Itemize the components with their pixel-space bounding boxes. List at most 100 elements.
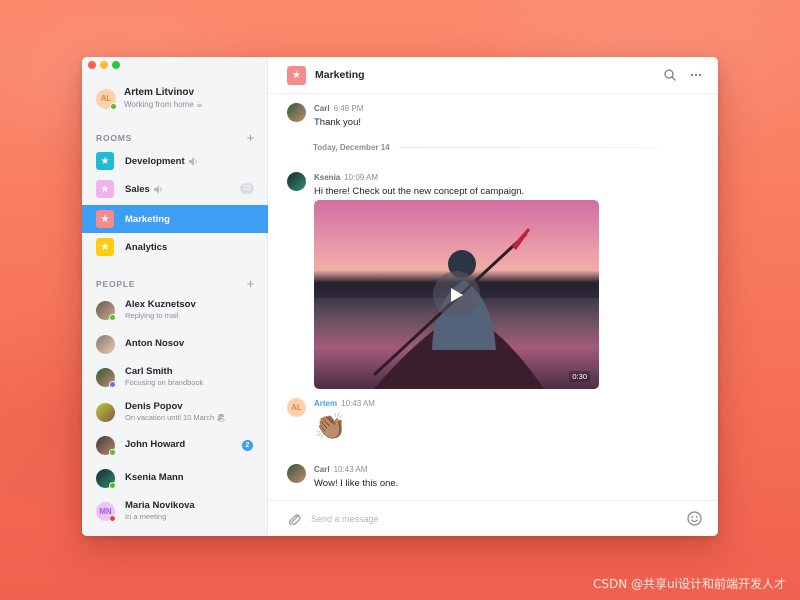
mute-icon — [153, 184, 162, 194]
avatar — [287, 464, 306, 483]
message-author: Artem — [314, 399, 338, 408]
message: Ksenia 10:09 AM Hi there! Check out the n… — [287, 172, 524, 198]
message-time: 10:43 AM — [333, 465, 368, 474]
add-room-button[interactable]: + — [247, 131, 255, 144]
presence-dot — [109, 448, 116, 456]
person-name: Maria Novikova — [125, 500, 195, 511]
person-item-maria-novikova[interactable]: MN Maria Novikova In a meeting — [96, 498, 255, 524]
user-status: Working from home ☕ — [124, 100, 204, 109]
star-icon: ★ — [96, 180, 114, 198]
star-icon: ★ — [96, 238, 114, 256]
paperclip-icon[interactable] — [287, 511, 301, 527]
avatar — [96, 367, 116, 388]
avatar: AL — [96, 88, 117, 110]
room-item-development[interactable]: ★ Development — [82, 147, 268, 175]
date-separator: Today, December 14 — [313, 143, 662, 152]
message-input[interactable] — [311, 510, 661, 528]
avatar-initials: AL — [100, 94, 112, 103]
avatar — [287, 172, 306, 191]
message-composer — [268, 500, 718, 536]
close-window-button[interactable] — [88, 61, 96, 69]
message-author: Carl — [314, 104, 330, 113]
person-item-alex-kuznetsov[interactable]: Alex Kuznetsov Replying to mail — [96, 297, 255, 323]
message-emoji: 👏🏽 — [314, 411, 347, 441]
presence-dot — [109, 380, 116, 388]
room-label: Sales — [125, 183, 150, 195]
smiley-icon[interactable] — [687, 511, 702, 526]
room-label: Marketing — [125, 213, 170, 225]
star-icon: ★ — [96, 152, 114, 170]
star-icon: ★ — [287, 65, 306, 85]
presence-dot — [110, 102, 117, 110]
play-button[interactable] — [433, 271, 480, 318]
current-user[interactable]: AL Artem Litvinov Working from home ☕ — [96, 87, 203, 110]
chat-panel: ★ Marketing Carl 6:49 PM Thank you! Toda… — [268, 57, 718, 536]
maximize-window-button[interactable] — [112, 61, 120, 69]
avatar — [96, 435, 116, 456]
avatar — [96, 402, 115, 422]
person-item-john-howard[interactable]: John Howard 2 — [96, 432, 255, 458]
room-item-sales[interactable]: ★ Sales 22 — [82, 175, 268, 203]
message: Carl 6:49 PM Thank you! — [287, 103, 363, 129]
room-item-marketing[interactable]: ★ Marketing — [82, 205, 268, 233]
message-text: Wow! I like this one. — [314, 478, 399, 489]
message-time: 10:43 AM — [341, 399, 375, 408]
unread-badge: 2 — [242, 440, 253, 451]
room-label: Development — [125, 155, 185, 167]
person-name: Ksenia Mann — [125, 472, 184, 483]
app-window: AL Artem Litvinov Working from home ☕ RO… — [82, 57, 718, 536]
presence-dot — [109, 313, 116, 321]
avatar: MN — [96, 501, 116, 522]
message-text: Thank you! — [314, 117, 361, 128]
people-heading: PEOPLE — [96, 279, 136, 289]
more-icon[interactable] — [690, 69, 702, 81]
date-separator-label: Today, December 14 — [313, 143, 390, 152]
rooms-heading: ROOMS — [96, 133, 133, 143]
person-item-denis-popov[interactable]: Denis Popov On vacation until 10 March 🏖 — [96, 399, 255, 425]
room-count-badge: 22 — [240, 183, 254, 194]
avatar-initials: AL — [291, 403, 302, 412]
play-icon — [450, 287, 463, 302]
mute-icon — [188, 156, 197, 166]
message-time: 10:09 AM — [344, 173, 379, 182]
person-name: John Howard — [125, 439, 186, 450]
user-name: Artem Litvinov — [124, 87, 195, 98]
room-label: Analytics — [125, 241, 168, 253]
chat-header: ★ Marketing — [268, 57, 718, 94]
person-item-ksenia-mann[interactable]: Ksenia Mann — [96, 465, 255, 491]
video-attachment[interactable]: 0:30 — [314, 200, 599, 389]
sidebar: AL Artem Litvinov Working from home ☕ RO… — [82, 57, 268, 536]
person-item-carl-smith[interactable]: Carl Smith Focusing on brandbook — [96, 364, 255, 390]
avatar — [96, 334, 115, 354]
watermark-text: CSDN @共享ui设计和前端开发人才 — [593, 577, 786, 591]
search-icon[interactable] — [664, 69, 676, 81]
message: Carl 10:43 AM Wow! I like this one. — [287, 464, 398, 490]
message-text: Hi there! Check out the new concept of c… — [314, 186, 525, 197]
message-author: Carl — [314, 465, 330, 474]
avatar-initials: MN — [99, 506, 112, 516]
person-name: Alex Kuznetsov — [125, 299, 196, 310]
person-status: Focusing on brandbook — [125, 378, 204, 387]
channel-title: Marketing — [315, 69, 365, 81]
avatar — [96, 468, 116, 489]
message: AL Artem 10:43 AM 👏🏽 — [287, 398, 375, 441]
presence-dot — [109, 514, 116, 522]
avatar — [96, 300, 116, 321]
add-person-button[interactable]: + — [247, 277, 255, 290]
avatar: AL — [287, 398, 306, 417]
video-duration: 0:30 — [569, 371, 590, 382]
message-time: 6:49 PM — [333, 104, 364, 113]
minimize-window-button[interactable] — [100, 61, 108, 69]
star-icon: ★ — [96, 210, 114, 228]
person-name: Anton Nosov — [125, 338, 185, 349]
window-controls — [88, 61, 120, 69]
person-item-anton-nosov[interactable]: Anton Nosov — [96, 331, 255, 357]
presence-dot — [109, 481, 116, 489]
person-name: Denis Popov — [125, 401, 183, 412]
person-status: Replying to mail — [125, 311, 179, 320]
avatar — [287, 103, 306, 122]
room-item-analytics[interactable]: ★ Analytics — [82, 233, 268, 261]
person-status: In a meeting — [125, 512, 167, 521]
people-header: PEOPLE + — [96, 277, 255, 290]
person-status: On vacation until 10 March 🏖 — [125, 413, 226, 422]
